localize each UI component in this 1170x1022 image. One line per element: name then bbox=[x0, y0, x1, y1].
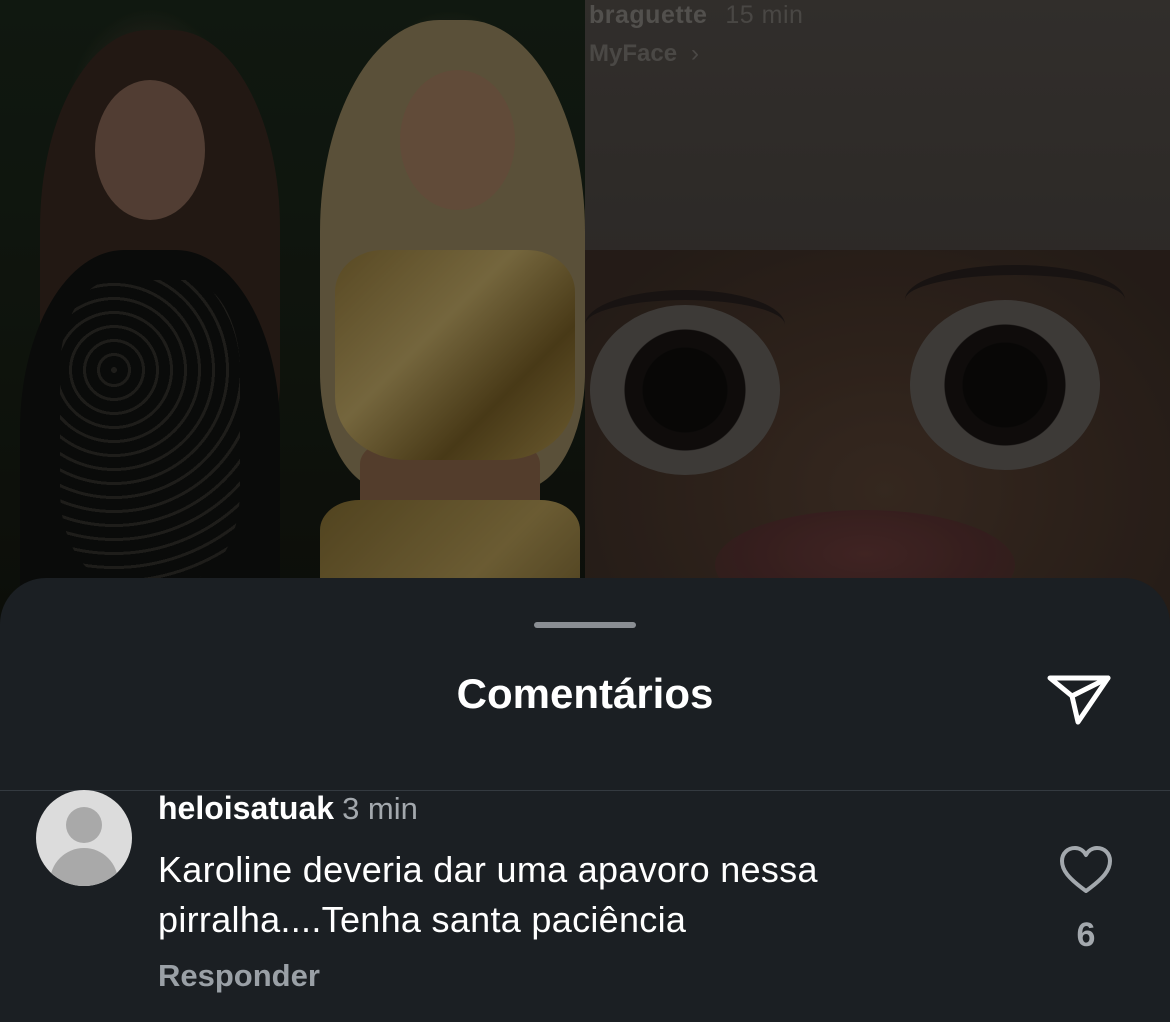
sheet-grab-handle[interactable] bbox=[534, 622, 636, 628]
paper-plane-icon bbox=[1047, 675, 1111, 725]
avatar[interactable] bbox=[36, 790, 132, 886]
sheet-title: Comentários bbox=[456, 670, 714, 717]
comment-username[interactable]: heloisatuak 3 min bbox=[158, 790, 418, 827]
share-button[interactable] bbox=[1044, 666, 1116, 730]
heart-outline-icon bbox=[1060, 846, 1112, 893]
avatar-placeholder-body bbox=[50, 848, 118, 886]
comment-text: Karoline deveria dar uma apavoro nessa p… bbox=[158, 849, 818, 940]
reply-button[interactable]: Responder bbox=[158, 958, 320, 994]
avatar-placeholder-head bbox=[66, 807, 102, 843]
like-count: 6 bbox=[1076, 916, 1096, 954]
like-button[interactable] bbox=[1058, 844, 1114, 896]
comments-screen: braguette 15 min MyFace › Comentários helo… bbox=[0, 0, 1170, 1022]
comment-time: 3 min bbox=[342, 791, 418, 826]
